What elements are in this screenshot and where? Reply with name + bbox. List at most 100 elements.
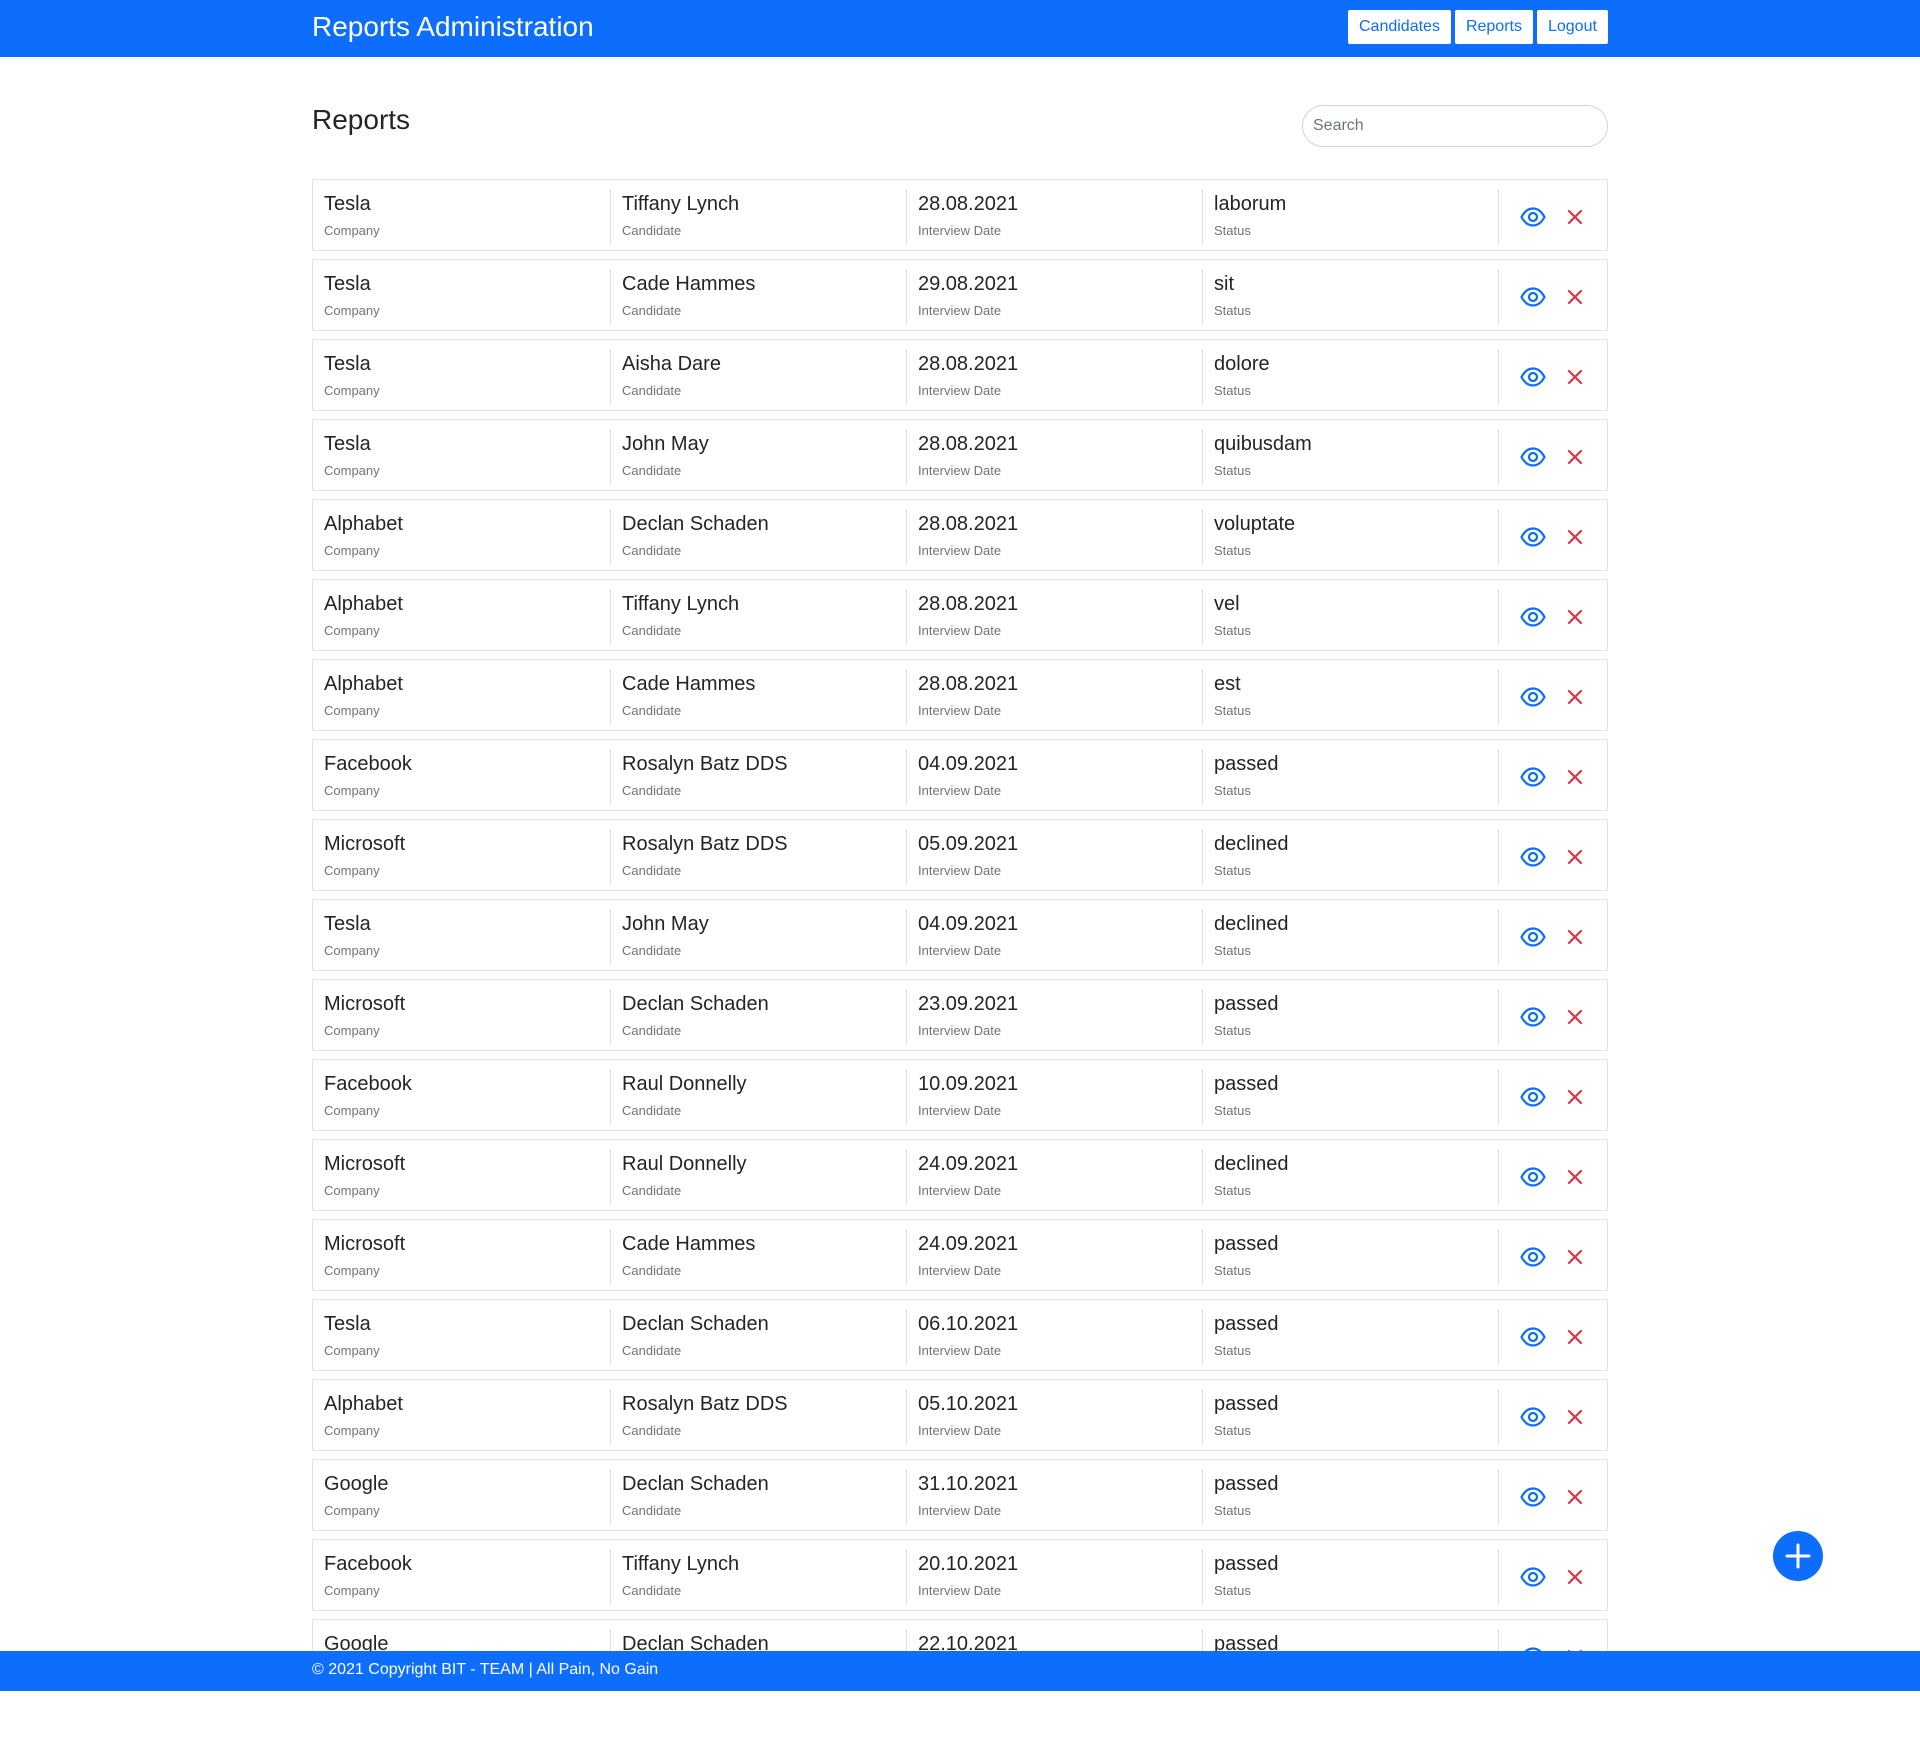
view-report-button[interactable] bbox=[1517, 1561, 1549, 1593]
view-report-button[interactable] bbox=[1517, 601, 1549, 633]
status-cell: passed Status bbox=[1202, 1549, 1499, 1604]
interview-date-label: Interview Date bbox=[918, 223, 1002, 238]
delete-report-button[interactable] bbox=[1559, 761, 1591, 793]
view-report-button[interactable] bbox=[1517, 921, 1549, 953]
view-report-button[interactable] bbox=[1517, 521, 1549, 553]
report-row: Tesla Company Declan Schaden Candidate 06.10… bbox=[312, 1299, 1608, 1371]
delete-report-button[interactable] bbox=[1559, 361, 1591, 393]
company-label: Company bbox=[324, 783, 380, 798]
view-report-button[interactable] bbox=[1517, 1401, 1549, 1433]
status-cell: passed Status bbox=[1202, 749, 1499, 804]
interview-date-label: Interview Date bbox=[918, 1583, 1002, 1598]
actions-divider bbox=[1498, 589, 1499, 644]
status-value: declined bbox=[1214, 833, 1289, 855]
candidate-value: Declan Schaden bbox=[622, 1633, 769, 1651]
status-label: Status bbox=[1214, 1343, 1251, 1358]
company-label: Company bbox=[324, 543, 380, 558]
delete-report-button[interactable] bbox=[1559, 1161, 1591, 1193]
candidate-value: Rosalyn Batz DDS bbox=[622, 1393, 788, 1415]
nav-candidates-button[interactable]: Candidates bbox=[1347, 9, 1452, 45]
status-cell: sit Status bbox=[1202, 269, 1499, 324]
delete-report-button[interactable] bbox=[1559, 521, 1591, 553]
delete-report-button[interactable] bbox=[1559, 1561, 1591, 1593]
close-icon bbox=[1567, 449, 1583, 465]
close-icon bbox=[1567, 1009, 1583, 1025]
status-cell: passed Status bbox=[1202, 1229, 1499, 1284]
report-row: Tesla Company Aisha Dare Candidate 28.08.202… bbox=[312, 339, 1608, 411]
view-report-button[interactable] bbox=[1517, 361, 1549, 393]
delete-report-button[interactable] bbox=[1559, 1321, 1591, 1353]
delete-report-button[interactable] bbox=[1559, 1001, 1591, 1033]
delete-report-button[interactable] bbox=[1559, 1241, 1591, 1273]
actions-divider bbox=[1498, 1629, 1499, 1651]
view-report-button[interactable] bbox=[1517, 1161, 1549, 1193]
report-row: Tesla Company John May Candidate 28.08.2021 I… bbox=[312, 419, 1608, 491]
company-value: Tesla bbox=[324, 913, 371, 935]
candidate-cell: Rosalyn Batz DDS Candidate bbox=[610, 1389, 907, 1444]
view-report-button[interactable] bbox=[1517, 1641, 1549, 1651]
delete-report-button[interactable] bbox=[1559, 441, 1591, 473]
delete-report-button[interactable] bbox=[1559, 681, 1591, 713]
view-report-button[interactable] bbox=[1517, 441, 1549, 473]
candidate-label: Candidate bbox=[622, 623, 682, 638]
delete-report-button[interactable] bbox=[1559, 1401, 1591, 1433]
actions-divider bbox=[1498, 269, 1499, 324]
actions-divider bbox=[1498, 429, 1499, 484]
candidate-value: Rosalyn Batz DDS bbox=[622, 753, 788, 775]
status-value: declined bbox=[1214, 913, 1289, 935]
interview-date-label: Interview Date bbox=[918, 383, 1002, 398]
candidate-cell: Tiffany Lynch Candidate bbox=[610, 189, 907, 244]
close-icon bbox=[1567, 209, 1583, 225]
view-report-button[interactable] bbox=[1517, 681, 1549, 713]
delete-report-button[interactable] bbox=[1559, 841, 1591, 873]
view-report-button[interactable] bbox=[1517, 761, 1549, 793]
delete-report-button[interactable] bbox=[1559, 601, 1591, 633]
interview-date-cell: 06.10.2021 Interview Date bbox=[906, 1309, 1203, 1364]
candidate-label: Candidate bbox=[622, 1103, 682, 1118]
candidate-cell: Cade Hammes Candidate bbox=[610, 1229, 907, 1284]
view-report-button[interactable] bbox=[1517, 1001, 1549, 1033]
view-report-button[interactable] bbox=[1517, 281, 1549, 313]
view-report-button[interactable] bbox=[1517, 1241, 1549, 1273]
nav-reports-button[interactable]: Reports bbox=[1453, 9, 1534, 45]
status-cell: passed Status bbox=[1202, 1309, 1499, 1364]
close-icon bbox=[1567, 1489, 1583, 1505]
view-report-button[interactable] bbox=[1517, 1081, 1549, 1113]
reports-list[interactable]: Tesla Company Tiffany Lynch Candidate 28.08.… bbox=[0, 178, 1920, 1651]
interview-date-value: 28.08.2021 bbox=[918, 673, 1019, 695]
actions-divider bbox=[1498, 1149, 1499, 1204]
company-cell: Tesla Company bbox=[313, 909, 609, 964]
report-row: Alphabet Company Declan Schaden Candidate 28… bbox=[312, 499, 1608, 571]
company-value: Facebook bbox=[324, 753, 412, 775]
eye-icon bbox=[1520, 1407, 1546, 1427]
company-cell: Alphabet Company bbox=[313, 669, 609, 724]
interview-date-value: 20.10.2021 bbox=[918, 1553, 1019, 1575]
status-value: dolore bbox=[1214, 353, 1270, 375]
status-cell: declined Status bbox=[1202, 1149, 1499, 1204]
delete-report-button[interactable] bbox=[1559, 1481, 1591, 1513]
close-icon bbox=[1567, 529, 1583, 545]
company-cell: Microsoft Company bbox=[313, 1229, 609, 1284]
status-value: passed bbox=[1214, 1393, 1279, 1415]
company-cell: Tesla Company bbox=[313, 349, 609, 404]
view-report-button[interactable] bbox=[1517, 1481, 1549, 1513]
status-value: passed bbox=[1214, 993, 1279, 1015]
view-report-button[interactable] bbox=[1517, 1321, 1549, 1353]
delete-report-button[interactable] bbox=[1559, 921, 1591, 953]
candidate-value: Tiffany Lynch bbox=[622, 593, 740, 615]
delete-report-button[interactable] bbox=[1559, 1081, 1591, 1113]
interview-date-value: 31.10.2021 bbox=[918, 1473, 1019, 1495]
delete-report-button[interactable] bbox=[1559, 201, 1591, 233]
nav-logout-button[interactable]: Logout bbox=[1535, 9, 1609, 45]
add-report-button[interactable] bbox=[1773, 1531, 1823, 1581]
delete-report-button[interactable] bbox=[1559, 281, 1591, 313]
delete-report-button[interactable] bbox=[1559, 1641, 1591, 1651]
candidate-cell: Declan Schaden Candidate bbox=[610, 989, 907, 1044]
view-report-button[interactable] bbox=[1517, 201, 1549, 233]
view-report-button[interactable] bbox=[1517, 841, 1549, 873]
search-input[interactable] bbox=[1302, 105, 1608, 147]
company-value: Tesla bbox=[324, 433, 371, 455]
close-icon bbox=[1567, 1329, 1583, 1345]
candidate-label: Candidate bbox=[622, 703, 682, 718]
company-cell: GoogleCompany bbox=[313, 1629, 609, 1651]
